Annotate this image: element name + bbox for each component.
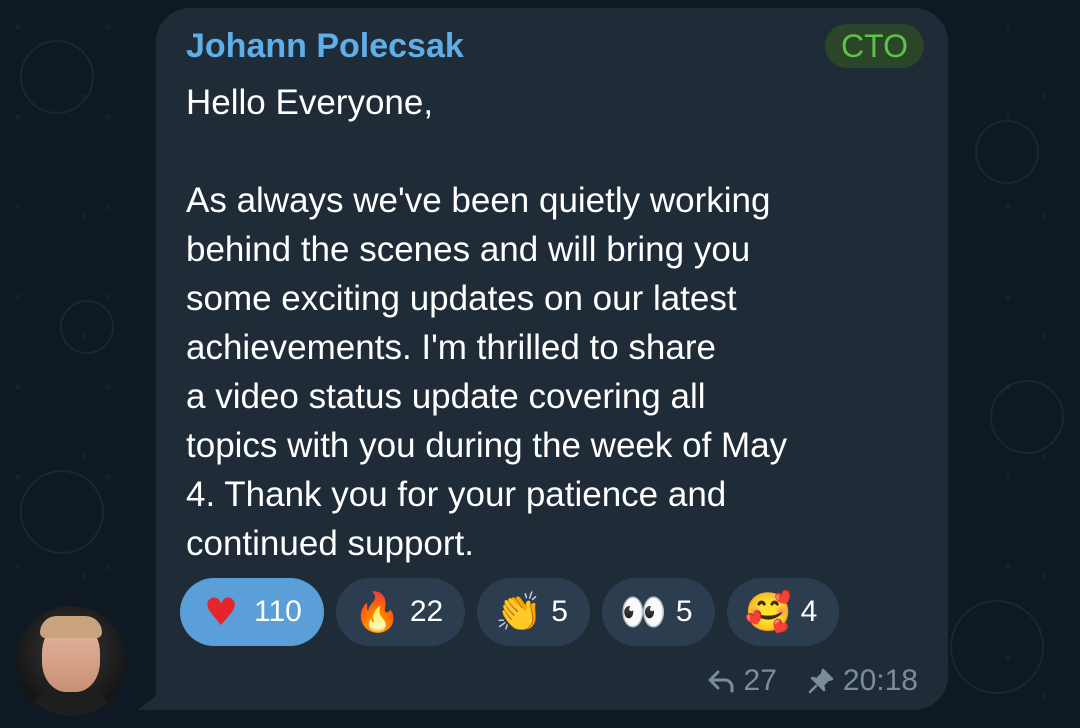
reaction-fire[interactable]: 🔥 22 (335, 578, 466, 646)
eyes-icon: 👀 (619, 590, 668, 634)
pin-icon (807, 667, 835, 695)
sender-avatar[interactable] (16, 606, 126, 716)
reaction-smiling-hearts[interactable]: 🥰 4 (726, 578, 840, 646)
avatar-shirt (24, 688, 118, 716)
fire-icon: 🔥 (353, 590, 402, 634)
reaction-eyes[interactable]: 👀 5 (601, 578, 715, 646)
red-heart-icon: ♥ (203, 590, 239, 634)
reaction-count: 5 (675, 595, 693, 628)
message-meta: 27 20:18 (706, 664, 918, 698)
role-badge: CTO (825, 24, 924, 68)
reaction-count: 22 (409, 595, 444, 628)
reactions-bar: ♥ 110 🔥 22 👏 5 👀 5 🥰 4 (180, 578, 840, 646)
message-text: Hello Everyone, As always we've been qui… (186, 83, 788, 563)
message-bubble[interactable]: Johann Polecsak CTO Hello Everyone, As a… (156, 8, 948, 710)
message-time: 20:18 (842, 664, 918, 697)
avatar-hair (40, 616, 102, 638)
clapping-hands-icon: 👏 (495, 590, 543, 634)
sender-name[interactable]: Johann Polecsak (186, 24, 464, 68)
reaction-clap[interactable]: 👏 5 (477, 578, 590, 646)
replies-count[interactable]: 27 (744, 664, 777, 698)
reaction-count: 4 (800, 595, 818, 628)
reaction-heart[interactable]: ♥ 110 (180, 578, 324, 646)
smiling-face-with-hearts-icon: 🥰 (744, 590, 792, 634)
reaction-count: 110 (254, 595, 302, 628)
reply-icon[interactable] (706, 668, 736, 694)
reaction-count: 5 (551, 595, 568, 628)
